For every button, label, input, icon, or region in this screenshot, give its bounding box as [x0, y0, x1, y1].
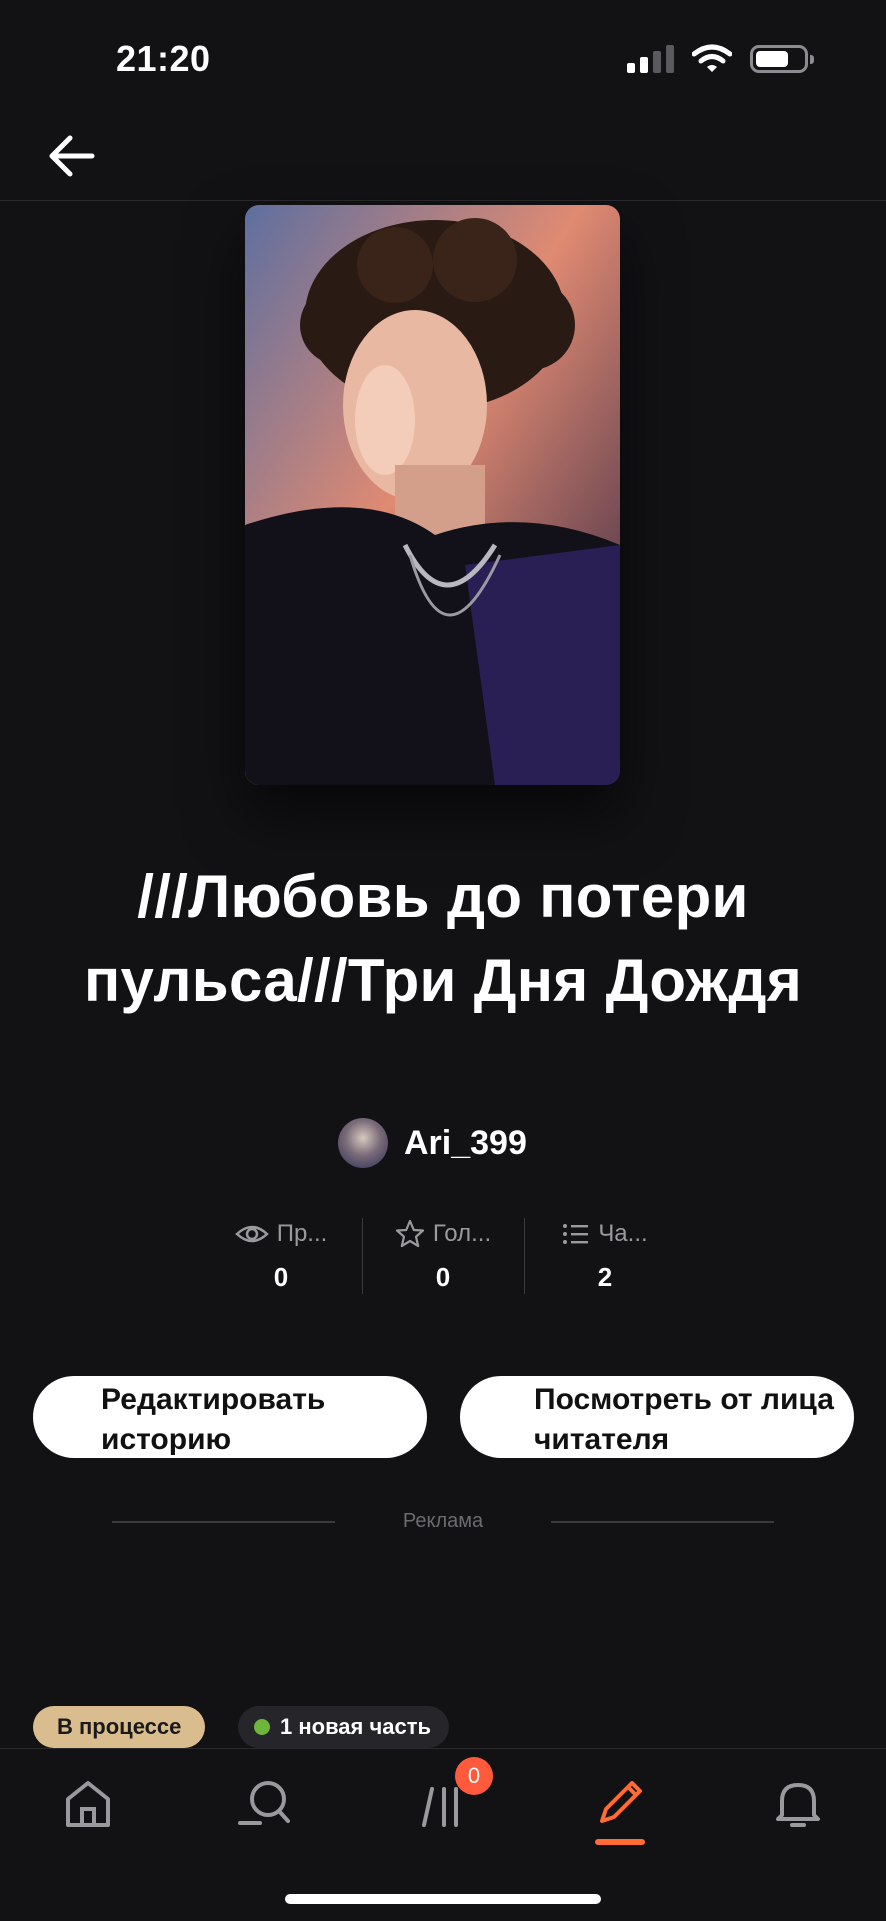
home-indicator — [285, 1894, 601, 1904]
story-stats: Пр... 0 Гол... 0 Ча... 2 — [200, 1216, 686, 1294]
stat-value: 0 — [435, 1262, 451, 1292]
nav-notifications[interactable] — [766, 1771, 830, 1835]
edit-story-label: Редактировать историю — [101, 1383, 326, 1456]
status-icons — [627, 44, 814, 74]
green-dot-icon — [254, 1719, 270, 1735]
pencil-icon — [600, 1781, 642, 1823]
nav-search[interactable] — [232, 1771, 296, 1835]
stat-value: 0 — [273, 1262, 289, 1292]
home-icon — [66, 1781, 110, 1827]
status-badge: В процессе — [33, 1706, 206, 1748]
nav-home[interactable] — [56, 1771, 120, 1835]
nav-active-indicator — [595, 1839, 645, 1845]
search-icon — [238, 1781, 290, 1825]
ad-label: Реклама — [402, 1510, 484, 1532]
stat-parts: Ча... 2 — [524, 1216, 686, 1294]
author-link[interactable]: Ari_399 — [338, 1118, 527, 1168]
edit-story-button[interactable]: Редактировать историю — [33, 1376, 427, 1458]
stat-reads: Пр... 0 — [200, 1216, 362, 1294]
stat-votes: Гол... 0 — [362, 1216, 524, 1294]
star-icon — [395, 1219, 424, 1248]
reader-view-button[interactable]: Посмотреть от лица читателя — [460, 1376, 854, 1458]
author-name: Ari_399 — [404, 1123, 527, 1162]
header-divider — [0, 200, 886, 201]
bell-icon — [776, 1783, 820, 1827]
battery-icon — [750, 45, 814, 73]
author-avatar — [338, 1118, 388, 1168]
ad-divider: Реклама — [112, 1510, 775, 1533]
library-count-badge: 0 — [455, 1757, 493, 1795]
status-time: 21:20 — [116, 38, 211, 79]
stat-value: 2 — [597, 1262, 613, 1292]
story-cover-image — [245, 205, 620, 785]
new-parts-label: 1 новая часть — [280, 1714, 432, 1739]
stat-label: Пр... — [276, 1220, 328, 1247]
list-icon — [563, 1224, 589, 1244]
new-parts-badge: 1 новая часть — [238, 1706, 450, 1748]
reader-view-label: Посмотреть от лица читателя — [534, 1383, 834, 1456]
arrow-left-icon — [49, 135, 95, 177]
stat-label: Ча... — [598, 1220, 648, 1247]
eye-icon — [234, 1225, 269, 1243]
nav-write[interactable] — [588, 1771, 652, 1835]
story-title: ///Любовь до потери пульса///Три Дня Дож… — [83, 863, 803, 1014]
stat-label: Гол... — [432, 1220, 492, 1247]
wifi-icon — [692, 44, 732, 72]
signal-icon — [627, 45, 674, 73]
back-button[interactable] — [46, 132, 98, 180]
